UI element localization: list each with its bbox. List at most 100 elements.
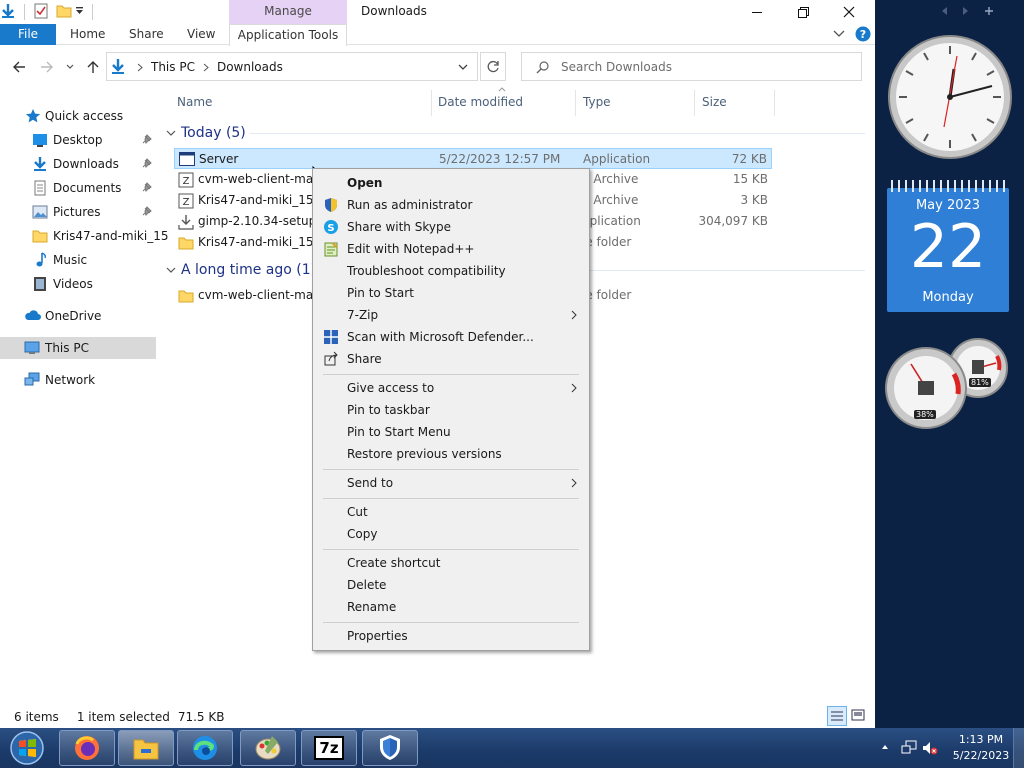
sidebar-item-desktop[interactable]: Desktop bbox=[0, 129, 156, 151]
taskbar-defender[interactable] bbox=[362, 730, 418, 766]
tab-share[interactable]: Share bbox=[129, 24, 164, 45]
up-arrow-icon[interactable] bbox=[86, 60, 100, 74]
menu-separator bbox=[323, 549, 579, 550]
properties-check-icon[interactable] bbox=[33, 3, 49, 19]
taskbar-7zip[interactable]: 7z bbox=[301, 730, 357, 766]
large-icons-view-button[interactable] bbox=[851, 708, 865, 722]
previous-gadget-icon[interactable] bbox=[940, 6, 948, 16]
sidebar-item-pictures[interactable]: Pictures bbox=[0, 201, 156, 223]
taskbar-edge[interactable] bbox=[177, 730, 233, 766]
restore-button[interactable] bbox=[780, 0, 826, 24]
start-button[interactable] bbox=[7, 730, 47, 766]
pin-icon[interactable] bbox=[141, 158, 152, 169]
column-size[interactable]: Size bbox=[702, 95, 727, 109]
sidebar-item-videos[interactable]: Videos bbox=[0, 273, 156, 295]
sidebar-item-kris47[interactable]: Kris47-and-miki_15 bbox=[0, 225, 168, 247]
expand-ribbon-icon[interactable] bbox=[833, 30, 845, 38]
menu-item-rename[interactable]: Rename bbox=[315, 596, 587, 618]
tab-view[interactable]: View bbox=[187, 24, 215, 45]
down-arrow-icon[interactable] bbox=[1, 3, 15, 19]
sidebar-item-music[interactable]: Music bbox=[0, 249, 156, 271]
column-divider[interactable] bbox=[431, 90, 432, 116]
menu-item-restore-versions[interactable]: Restore previous versions bbox=[315, 443, 587, 465]
customize-toolbar-icon[interactable] bbox=[75, 6, 85, 16]
details-view-button[interactable] bbox=[827, 706, 847, 726]
taskbar-paint[interactable] bbox=[240, 730, 296, 766]
column-type[interactable]: Type bbox=[583, 95, 611, 109]
breadcrumb-downloads[interactable]: Downloads bbox=[217, 60, 283, 74]
tray-clock[interactable]: 1:13 PM 5/22/2023 bbox=[946, 732, 1016, 764]
pin-icon[interactable] bbox=[141, 134, 152, 145]
menu-item-copy[interactable]: Copy bbox=[315, 523, 587, 545]
menu-item-edit-notepad[interactable]: Edit with Notepad++ bbox=[315, 238, 587, 260]
new-folder-icon[interactable] bbox=[56, 3, 72, 19]
close-button[interactable] bbox=[826, 0, 872, 24]
menu-item-defender[interactable]: Scan with Microsoft Defender... bbox=[315, 326, 587, 348]
add-gadget-icon[interactable] bbox=[984, 6, 994, 16]
column-divider[interactable] bbox=[694, 90, 695, 116]
menu-item-troubleshoot[interactable]: Troubleshoot compatibility bbox=[315, 260, 587, 282]
menu-separator bbox=[323, 498, 579, 499]
calendar-gadget[interactable]: May 2023 22 Monday bbox=[887, 180, 1009, 312]
tab-application-tools[interactable]: Application Tools bbox=[229, 24, 347, 46]
column-date-modified[interactable]: Date modified bbox=[438, 95, 523, 109]
address-dropdown-icon[interactable] bbox=[458, 64, 468, 71]
file-name: Server bbox=[199, 152, 239, 166]
menu-item-cut[interactable]: Cut bbox=[315, 501, 587, 523]
tab-home[interactable]: Home bbox=[70, 24, 105, 45]
cpu-meter-gadget[interactable]: 38% 81% bbox=[885, 336, 1011, 432]
column-name[interactable]: Name bbox=[177, 95, 212, 109]
forward-arrow-icon[interactable] bbox=[40, 60, 54, 74]
column-divider[interactable] bbox=[774, 90, 775, 116]
volume-muted-icon[interactable] bbox=[922, 740, 938, 756]
menu-item-pin-start-menu[interactable]: Pin to Start Menu bbox=[315, 421, 587, 443]
pin-icon[interactable] bbox=[141, 182, 152, 193]
show-hidden-icons-icon[interactable] bbox=[881, 744, 889, 750]
menu-item-share[interactable]: Share bbox=[315, 348, 587, 370]
nav-quick-access[interactable]: Quick access bbox=[0, 105, 156, 127]
menu-item-run-as-admin[interactable]: Run as administrator bbox=[315, 194, 587, 216]
breadcrumb-this-pc[interactable]: This PC bbox=[151, 60, 195, 74]
group-header-today[interactable]: Today (5) bbox=[166, 122, 246, 144]
minimize-button[interactable] bbox=[734, 0, 780, 24]
menu-item-send-to[interactable]: Send to bbox=[315, 472, 587, 494]
group-header-long-time-ago[interactable]: A long time ago (1) bbox=[166, 259, 316, 281]
taskbar-file-explorer[interactable] bbox=[118, 730, 174, 766]
network-tray-icon[interactable] bbox=[901, 740, 917, 756]
recent-locations-icon[interactable] bbox=[66, 64, 74, 70]
collapse-chevron-icon[interactable] bbox=[166, 130, 176, 137]
menu-label: Pin to Start bbox=[347, 286, 414, 300]
clock-gadget[interactable] bbox=[887, 34, 1013, 160]
menu-item-pin-start[interactable]: Pin to Start bbox=[315, 282, 587, 304]
column-divider[interactable] bbox=[575, 90, 576, 116]
sidebar-item-documents[interactable]: Documents bbox=[0, 177, 156, 199]
menu-item-7zip[interactable]: 7-Zip bbox=[315, 304, 587, 326]
search-box[interactable]: Search Downloads bbox=[521, 52, 862, 81]
address-bar[interactable]: This PC Downloads bbox=[106, 52, 478, 81]
search-input[interactable]: Search Downloads bbox=[561, 60, 672, 74]
back-arrow-icon[interactable] bbox=[12, 60, 26, 74]
menu-item-pin-taskbar[interactable]: Pin to taskbar bbox=[315, 399, 587, 421]
next-gadget-icon[interactable] bbox=[962, 6, 970, 16]
tab-file[interactable]: File bbox=[0, 24, 56, 45]
pin-icon[interactable] bbox=[141, 206, 152, 217]
nav-this-pc[interactable]: This PC bbox=[0, 337, 156, 359]
desktop-icon bbox=[32, 132, 48, 148]
taskbar-firefox[interactable] bbox=[59, 730, 115, 766]
sidebar-item-downloads[interactable]: Downloads bbox=[0, 153, 156, 175]
menu-item-create-shortcut[interactable]: Create shortcut bbox=[315, 552, 587, 574]
nav-network[interactable]: Network bbox=[0, 369, 156, 391]
help-icon[interactable]: ? bbox=[855, 26, 871, 42]
menu-item-delete[interactable]: Delete bbox=[315, 574, 587, 596]
collapse-chevron-icon[interactable] bbox=[166, 267, 176, 274]
details-view-icon bbox=[831, 711, 843, 721]
refresh-button[interactable] bbox=[480, 52, 506, 81]
nav-onedrive[interactable]: OneDrive bbox=[0, 305, 156, 327]
menu-item-give-access[interactable]: Give access to bbox=[315, 377, 587, 399]
installer-icon bbox=[178, 214, 194, 230]
menu-item-share-skype[interactable]: S Share with Skype bbox=[315, 216, 587, 238]
menu-item-properties[interactable]: Properties bbox=[315, 625, 587, 647]
notepad-plus-plus-icon bbox=[323, 241, 339, 257]
file-row[interactable]: Server 5/22/2023 12:57 PM Application 72… bbox=[174, 148, 772, 169]
menu-item-open[interactable]: Open bbox=[315, 172, 587, 194]
